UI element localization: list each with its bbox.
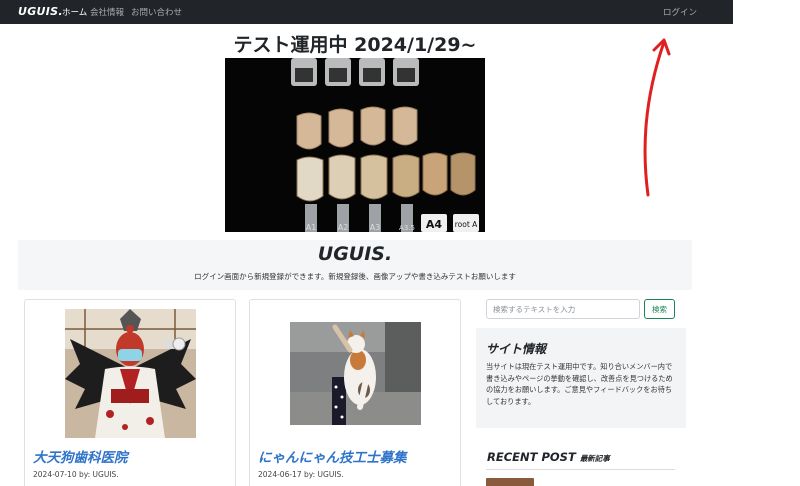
shade-label-a3: A3 [370, 223, 381, 232]
post-meta: 2024-06-17 by: UGUIS. [258, 470, 344, 479]
nav-item-home[interactable]: ホーム [62, 6, 87, 18]
recent-post-heading: RECENT POST 最新記事 [487, 446, 610, 465]
search-input[interactable] [486, 299, 640, 319]
page: UGUIS. ホーム 会社情報 お問い合わせ ログイン テスト運用中 2024/… [0, 0, 800, 486]
post-thumbnail-tengu[interactable] [65, 309, 196, 438]
site-info-panel: サイト情報 当サイトは現在テスト運用中です。知り合いメンバー内で書き込みやページ… [476, 328, 686, 428]
shade-label-a2: A2 [338, 223, 349, 232]
post-title[interactable]: 大天狗歯科医院 [33, 446, 128, 466]
recent-post-subtitle: 最新記事 [579, 454, 610, 463]
post-card[interactable]: にゃんにゃん技工士募集 2024-06-17 by: UGUIS. [249, 299, 461, 486]
brand-logo[interactable]: UGUIS. [18, 5, 63, 18]
banner-subtitle: ログイン画面から新規登録ができます。新規登録後、画像アップや書き込みテストお願い… [194, 272, 516, 281]
top-navbar: UGUIS. ホーム 会社情報 お問い合わせ ログイン [0, 0, 733, 24]
post-meta: 2024-07-10 by: UGUIS. [33, 470, 119, 479]
recent-post-title: RECENT POST [487, 450, 576, 464]
site-info-title: サイト情報 [486, 342, 547, 356]
post-thumbnail-cat[interactable] [290, 322, 421, 425]
banner-title: UGUIS. [317, 243, 393, 265]
search-button[interactable]: 検索 [644, 299, 675, 319]
site-info-text: 当サイトは現在テスト運用中です。知り合いメンバー内で書き込みやページの挙動を確認… [486, 362, 673, 406]
shade-label-a4: A4 [426, 218, 443, 231]
recent-post-thumbnail[interactable] [486, 478, 534, 486]
nav-item-contact[interactable]: お問い合わせ [131, 6, 182, 18]
shade-label-root-a: root A [455, 220, 478, 229]
hero-title: テスト運用中 2024/1/29~ [233, 34, 477, 56]
login-link[interactable]: ログイン [663, 6, 697, 18]
shade-label-a35: A3.5 [399, 224, 415, 232]
post-card[interactable]: 大天狗歯科医院 2024-07-10 by: UGUIS. [24, 299, 236, 486]
annotation-arrow-icon [643, 38, 671, 197]
recent-post-divider [486, 469, 675, 470]
nav-item-company[interactable]: 会社情報 [90, 6, 124, 18]
site-banner: UGUIS. ログイン画面から新規登録ができます。新規登録後、画像アップや書き込… [18, 240, 692, 290]
shade-label-a1: A1 [306, 223, 317, 232]
post-title[interactable]: にゃんにゃん技工士募集 [258, 446, 407, 466]
hero-shade-guide-image: A1 A2 A3 A3.5 A4 root A [225, 58, 485, 232]
